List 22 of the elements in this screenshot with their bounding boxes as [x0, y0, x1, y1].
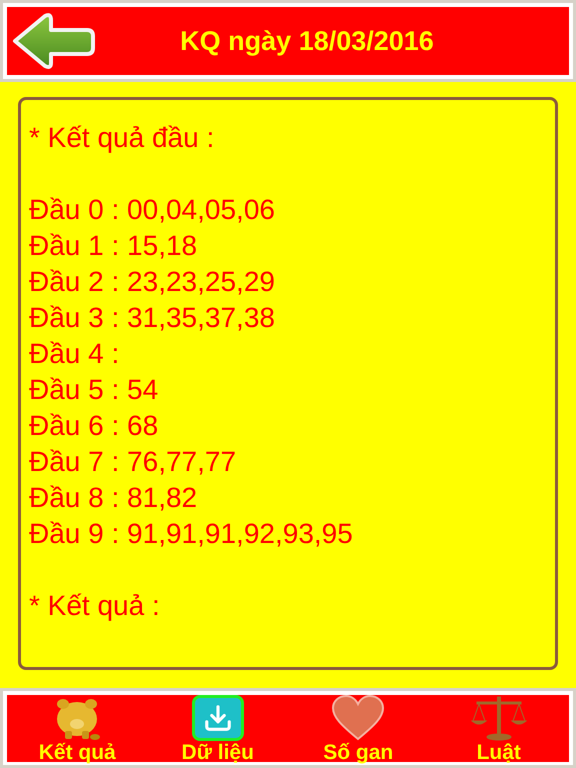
result-row-text: Đầu 6 : 68 — [29, 409, 160, 443]
result-row-text: Đầu 0 : 00,04,05,06 — [29, 193, 276, 227]
download-icon — [202, 703, 233, 733]
result-row-text: Đầu 9 : 91,91,91,92,93,95 — [29, 517, 354, 551]
result-row-text: Đầu 8 : 81,82 — [29, 481, 198, 515]
tab[interactable]: Số gan — [288, 695, 428, 765]
back-button[interactable] — [11, 13, 95, 69]
result-row-text: Đầu 5 : 54 — [29, 373, 160, 407]
result-row-text: Đầu 4 : — [29, 337, 120, 371]
scales-icon — [470, 695, 527, 741]
header-title: KQ ngày 18/03/2016 — [180, 24, 434, 58]
section-heading: * Kết quả : — [29, 589, 161, 623]
heart-icon — [331, 695, 386, 741]
result-row-text: Đầu 7 : 76,77,77 — [29, 445, 238, 479]
back-arrow-icon — [11, 13, 95, 69]
tab[interactable]: Kết quả — [7, 695, 148, 765]
tab[interactable]: Luật — [428, 695, 569, 765]
result-row-text: Đầu 1 : 15,18 — [29, 229, 198, 263]
result-row-text: Đầu 3 : 31,35,37,38 — [29, 301, 276, 335]
section-heading: * Kết quả đầu : — [29, 121, 216, 155]
result-row-text: Đầu 2 : 23,23,25,29 — [29, 265, 276, 299]
tab[interactable]: Dữ liệu — [148, 695, 288, 765]
